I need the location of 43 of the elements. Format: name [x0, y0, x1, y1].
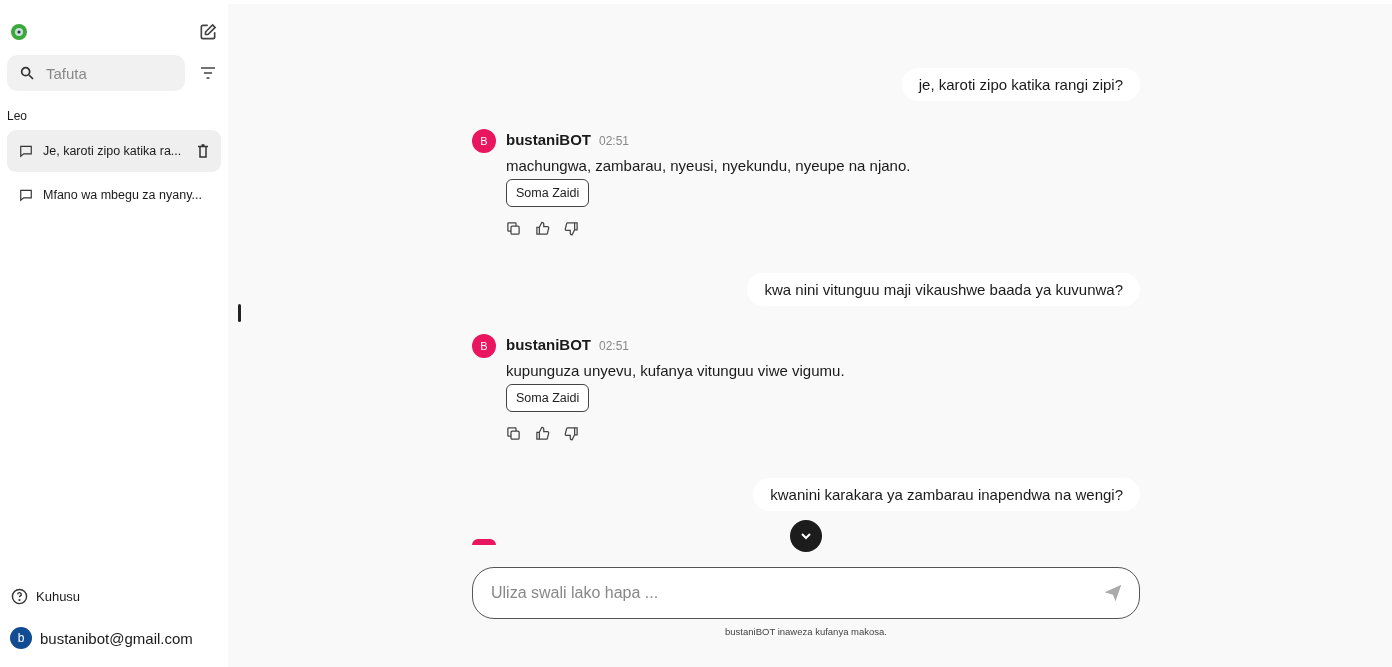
- help-icon: [11, 587, 28, 605]
- conversation-item[interactable]: Mfano wa mbegu za nyany...: [7, 174, 221, 216]
- bot-name: bustaniBOT: [506, 131, 591, 148]
- filter-icon[interactable]: [200, 67, 216, 79]
- read-more-button[interactable]: Soma Zaidi: [506, 179, 590, 207]
- search-icon: [19, 65, 35, 81]
- resize-handle[interactable]: [238, 304, 241, 322]
- section-heading: Leo: [7, 109, 29, 123]
- bot-message: machungwa, zambarau, nyeusi, nyekundu, nyeupe na njano.: [506, 157, 911, 174]
- scroll-down-button[interactable]: [790, 520, 822, 552]
- bot-name: bustaniBOT: [506, 336, 591, 353]
- conversation-item[interactable]: Je, karoti zipo katika ra...: [7, 130, 221, 172]
- message-time: 02:51: [599, 134, 630, 148]
- thumbs-up-icon[interactable]: [535, 221, 550, 236]
- read-more-button[interactable]: Soma Zaidi: [506, 384, 590, 412]
- user-message: kwa nini vitunguu maji vikaushwe baada ya kuvunwa?: [747, 273, 1140, 306]
- user-message: kwanini karakara ya zambarau inapendwa na wengi?: [753, 478, 1140, 511]
- bot-avatar-edge: [472, 539, 496, 545]
- message-input-field[interactable]: Uliza swali lako hapa ...: [489, 583, 1103, 603]
- user-avatar[interactable]: b: [10, 627, 32, 649]
- thumbs-up-icon[interactable]: [535, 426, 550, 441]
- disclaimer-text: bustaniBOT inaweza kufanya makosa.: [725, 626, 887, 637]
- user-message: je, karoti zipo katika rangi zipi?: [901, 68, 1140, 101]
- conversation-title: Mfano wa mbegu za nyany...: [43, 188, 203, 202]
- thumbs-down-icon[interactable]: [564, 221, 579, 236]
- search-field[interactable]: Tafuta: [44, 63, 178, 83]
- bot-avatar: B: [472, 129, 496, 153]
- chat-bubble-icon: [19, 144, 33, 158]
- thumbs-down-icon[interactable]: [564, 426, 579, 441]
- about-link[interactable]: Kuhusu: [7, 586, 221, 606]
- chat-bubble-icon: [19, 188, 33, 202]
- user-email: bustanibot@gmail.com: [40, 629, 193, 647]
- bot-message: kupunguza unyevu, kufanya vitunguu viwe vigumu.: [506, 362, 845, 379]
- bot-avatar: B: [472, 334, 496, 358]
- new-chat-icon[interactable]: [198, 21, 218, 42]
- copy-icon[interactable]: [506, 426, 521, 441]
- conversation-title: Je, karoti zipo katika ra...: [43, 144, 183, 158]
- message-box[interactable]: Uliza swali lako hapa ...: [472, 567, 1140, 619]
- copy-icon[interactable]: [506, 221, 521, 236]
- logo-icon: [9, 21, 29, 42]
- trash-icon[interactable]: [197, 144, 209, 158]
- search-box[interactable]: Tafuta: [7, 55, 185, 91]
- message-time: 02:51: [599, 339, 630, 353]
